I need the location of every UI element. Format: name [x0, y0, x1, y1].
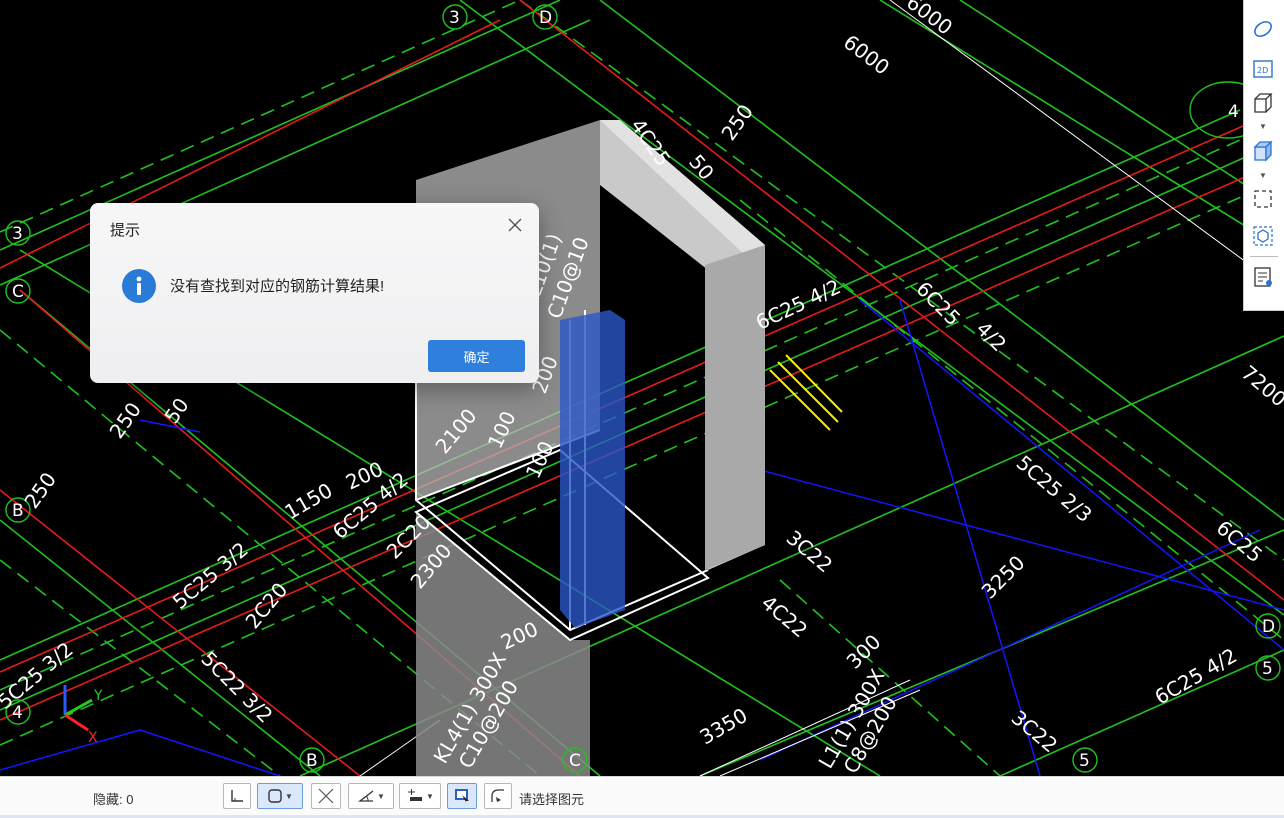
- grid-label: B: [12, 501, 24, 521]
- dimension-dropdown[interactable]: ▼: [399, 783, 441, 809]
- view-toolbar: 2D ▼ ▼: [1243, 0, 1284, 311]
- dimension-text: 6000: [839, 30, 894, 80]
- cad-drawing: 3 D 3 C B 4 B C D 5 5 4 6000 6000 4C25 5…: [0, 0, 1284, 776]
- dimension-text: 3250: [977, 551, 1030, 604]
- dimension-text: 1150: [281, 478, 337, 524]
- 2d-view-icon[interactable]: 2D: [1250, 56, 1276, 82]
- dialog-title: 提示: [110, 222, 141, 239]
- grid-label: 3: [12, 224, 23, 244]
- rebar-text: 3C22: [782, 525, 837, 577]
- rebar-text: 2C20: [240, 578, 292, 633]
- rebar-text: 6C25 4/2: [752, 274, 844, 334]
- arc-tool-icon[interactable]: [484, 783, 512, 809]
- orthogonal-icon[interactable]: [223, 783, 251, 809]
- dimension-text: 250: [19, 468, 61, 513]
- dimension-text: 6000: [902, 0, 957, 40]
- status-prompt: 请选择图元: [519, 792, 585, 807]
- rebar-text: 3C22: [1007, 705, 1062, 757]
- chevron-down-icon[interactable]: ▼: [1258, 172, 1268, 180]
- grid-label: C: [569, 751, 581, 771]
- angle-dropdown[interactable]: ▼: [348, 783, 394, 809]
- dynamic-input-icon[interactable]: [447, 783, 477, 809]
- rebar-text: 5C25 2/3: [1012, 450, 1097, 527]
- grid-label: 5: [1262, 659, 1273, 679]
- grid-label: D: [1262, 617, 1275, 637]
- grid-label: 3: [449, 8, 460, 28]
- grid-label: D: [539, 8, 552, 28]
- chevron-down-icon[interactable]: ▼: [1258, 123, 1268, 131]
- message-dialog: 提示 没有查找到对应的钢筋计算结果! 确定: [90, 203, 539, 383]
- cube-select-icon[interactable]: [1250, 223, 1276, 249]
- yellow-annotation: [769, 354, 843, 431]
- dimension-text: 50: [684, 150, 719, 185]
- orbit-icon[interactable]: [1250, 16, 1276, 42]
- rebar-text: 6C25 4/2: [1151, 643, 1242, 709]
- grid-label: 5: [1079, 751, 1090, 771]
- rebar-text: 4C22: [757, 590, 812, 642]
- 3d-solid-box-icon[interactable]: [1250, 138, 1276, 164]
- cross-snap-icon[interactable]: [311, 783, 341, 809]
- rebar-text: 5C25 3/2: [168, 537, 253, 614]
- cad-3d-viewport[interactable]: 3 D 3 C B 4 B C D 5 5 4 6000 6000 4C25 5…: [0, 0, 1284, 776]
- snap-rect-dropdown[interactable]: ▼: [257, 783, 303, 809]
- info-icon: [122, 269, 156, 303]
- dimension-text: 50: [159, 393, 193, 428]
- grid-label: 4: [1228, 102, 1239, 122]
- rebar-text: 6C25: [1212, 515, 1267, 567]
- svg-text:X: X: [88, 730, 98, 746]
- 3d-box-icon[interactable]: [1250, 90, 1276, 116]
- status-bar: 隐藏: 0 ▼ ▼ ▼ 请选择图元: [0, 776, 1284, 818]
- select-region-icon[interactable]: [1250, 186, 1276, 212]
- chevron-down-icon: ▼: [285, 791, 293, 801]
- svg-text:2D: 2D: [1257, 66, 1268, 75]
- svg-text:Y: Y: [93, 688, 103, 704]
- chevron-down-icon: ▼: [377, 791, 385, 801]
- dimension-text: 300: [842, 630, 886, 674]
- axis-triad: Y X: [63, 685, 103, 746]
- hidden-count-label: 隐藏: 0: [93, 792, 134, 807]
- dialog-message: 没有查找到对应的钢筋计算结果!: [170, 278, 385, 295]
- rebar-text: 4/2: [971, 317, 1011, 357]
- properties-view-icon[interactable]: [1250, 264, 1276, 290]
- toolbar-divider: [1250, 256, 1278, 257]
- dimension-text: 250: [104, 398, 146, 443]
- grid-label: C: [12, 282, 24, 302]
- dimension-text: 250: [716, 100, 758, 145]
- close-icon[interactable]: [505, 215, 525, 235]
- dimension-text: 7200: [1237, 360, 1284, 411]
- chevron-down-icon: ▼: [426, 791, 434, 801]
- ok-button[interactable]: 确定: [428, 340, 525, 372]
- dimension-text: 3350: [696, 703, 752, 749]
- grid-label: B: [306, 751, 318, 771]
